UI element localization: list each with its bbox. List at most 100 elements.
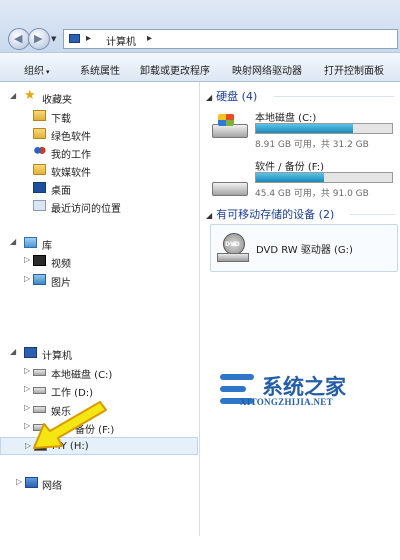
expand-icon[interactable]: ▷ (25, 441, 31, 450)
tree-label: MY (H:) (52, 441, 89, 452)
recent-pages-dropdown-icon[interactable]: ▼ (51, 35, 56, 43)
tree-favorites[interactable]: ◢ ★ 收藏夹 (0, 88, 198, 106)
group-title: 有可移动存储的设备 (2) (216, 208, 335, 221)
tree-item-desktop[interactable]: 桌面 (0, 179, 198, 197)
tree-label: 下载 (51, 114, 71, 125)
recent-places-icon (33, 200, 46, 211)
tree-item-recent-places[interactable]: 最近访问的位置 (0, 197, 198, 215)
drive-name: DVD RW 驱动器 (G:) (256, 245, 353, 256)
organize-button[interactable]: 组织 ▾ (24, 62, 50, 77)
capacity-bar-fill (256, 173, 324, 182)
collapse-icon[interactable]: ◢ (10, 237, 16, 246)
folder-icon (33, 164, 46, 175)
collapse-icon[interactable]: ◢ (10, 347, 16, 356)
hard-drive-icon (212, 172, 250, 198)
breadcrumb-arrow-icon[interactable]: ▸ (86, 33, 91, 44)
tree-label: 收藏夹 (42, 95, 72, 106)
desktop-icon (33, 182, 46, 193)
dvd-tray (217, 253, 249, 262)
expand-icon[interactable]: ▷ (24, 366, 30, 375)
tree-item-green-software[interactable]: 绿色软件 (0, 125, 198, 143)
status-bar (0, 536, 400, 560)
breadcrumb-expand-icon[interactable]: ▸ (147, 33, 152, 44)
expand-icon[interactable]: ▷ (24, 421, 30, 430)
removable-group-header[interactable]: ◢ 有可移动存储的设备 (2) (206, 206, 334, 222)
command-bar: 组织 ▾ 系统属性 卸载或更改程序 映射网络驱动器 打开控制面板 (0, 52, 400, 82)
download-folder-icon (33, 110, 46, 121)
group-divider (350, 214, 395, 215)
tree-item-videos[interactable]: ▷ 视频 (0, 252, 198, 270)
removable-drive-icon (34, 444, 47, 451)
address-box[interactable]: ▸ 计算机 ▸ (63, 29, 398, 49)
navigation-pane: ◢ ★ 收藏夹 下载 绿色软件 我的工作 软媒软件 桌面 最近访问的位置 ◢ 库… (0, 82, 200, 560)
windows-logo-icon (218, 114, 234, 126)
drive-name: 本地磁盘 (C:) (255, 113, 317, 124)
hard-disk-group-header[interactable]: ◢ 硬盘 (4) (206, 88, 257, 104)
expand-icon[interactable]: ▷ (24, 403, 30, 412)
tree-item-drive-f[interactable]: ▷ 备份 (F:) (0, 418, 198, 436)
tree-item-drive-h[interactable]: ▷ MY (H:) (0, 437, 198, 455)
hard-drive-icon (33, 387, 46, 394)
tree-item-ruanmei-software[interactable]: 软媒软件 (0, 161, 198, 179)
back-button[interactable]: ◀ (8, 28, 30, 50)
expand-icon[interactable]: ▷ (24, 384, 30, 393)
tree-item-pictures[interactable]: ▷ 图片 (0, 271, 198, 289)
drive-free-space: 45.4 GB 可用，共 91.0 GB (255, 189, 369, 199)
computer-icon (69, 34, 80, 43)
tree-label: 图片 (51, 278, 71, 289)
windows-drive-icon (212, 114, 250, 140)
hard-drive-icon (33, 424, 46, 431)
open-control-panel-button[interactable]: 打开控制面板 (324, 62, 384, 77)
folder-icon (33, 128, 46, 139)
uninstall-program-button[interactable]: 卸载或更改程序 (140, 62, 210, 77)
dvd-drive-icon: DVD (217, 233, 249, 263)
tree-label: 我的工作 (51, 150, 91, 161)
capacity-bar (255, 123, 393, 134)
tree-computer[interactable]: ◢ 计算机 (0, 344, 198, 362)
hard-drive-icon (33, 406, 46, 413)
tree-item-my-work[interactable]: 我的工作 (0, 143, 198, 161)
tree-label: 计算机 (42, 351, 72, 362)
hdd-body (212, 124, 248, 138)
breadcrumb-computer[interactable]: 计算机 (106, 33, 136, 48)
video-library-icon (33, 255, 46, 266)
tree-label: 备份 (F:) (75, 425, 115, 436)
tree-item-drive-e[interactable]: ▷ 娱乐 (0, 400, 198, 418)
dvd-drive-tile[interactable]: DVD DVD RW 驱动器 (G:) (210, 224, 398, 272)
collapse-icon[interactable]: ◢ (206, 93, 212, 102)
tree-label: 娱乐 (51, 407, 71, 418)
network-icon (25, 477, 38, 488)
tree-label: 桌面 (51, 186, 71, 197)
back-arrow-icon: ◀ (14, 32, 23, 45)
tree-item-drive-c[interactable]: ▷ 本地磁盘 (C:) (0, 363, 198, 381)
hard-drive-icon (33, 369, 46, 376)
expand-icon[interactable]: ▷ (24, 255, 30, 264)
tree-item-drive-d[interactable]: ▷ 工作 (D:) (0, 381, 198, 399)
computer-icon (24, 347, 37, 358)
capacity-bar-fill (256, 124, 353, 133)
collapse-icon[interactable]: ◢ (10, 91, 16, 100)
organize-label: 组织 (24, 66, 44, 77)
tree-network[interactable]: ▷ 网络 (0, 474, 198, 492)
system-properties-button[interactable]: 系统属性 (80, 62, 120, 77)
collapse-icon[interactable]: ◢ (206, 211, 212, 220)
content-pane: ◢ 硬盘 (4) 本地磁盘 (C:) 8.91 GB 可用，共 31.2 GB 软… (200, 82, 400, 560)
drive-name: 软件 / 备份 (F:) (255, 162, 325, 173)
tree-label: 工作 (D:) (51, 388, 94, 399)
forward-button[interactable]: ▶ (28, 28, 50, 50)
group-title: 硬盘 (4) (216, 90, 258, 103)
picture-library-icon (33, 274, 46, 285)
dvd-badge: DVD (225, 241, 240, 248)
hdd-body (212, 182, 248, 196)
group-divider (274, 96, 394, 97)
watermark-url: XITONGZHIJIA.NET (240, 397, 333, 407)
expand-icon[interactable]: ▷ (16, 477, 22, 486)
forward-arrow-icon: ▶ (34, 32, 43, 45)
tree-label: 软媒软件 (51, 168, 91, 179)
map-network-drive-button[interactable]: 映射网络驱动器 (232, 62, 302, 77)
tree-item-downloads[interactable]: 下载 (0, 107, 198, 125)
tree-libraries[interactable]: ◢ 库 (0, 234, 198, 252)
expand-icon[interactable]: ▷ (24, 274, 30, 283)
organize-dropdown-icon: ▾ (46, 68, 50, 76)
capacity-bar (255, 172, 393, 183)
